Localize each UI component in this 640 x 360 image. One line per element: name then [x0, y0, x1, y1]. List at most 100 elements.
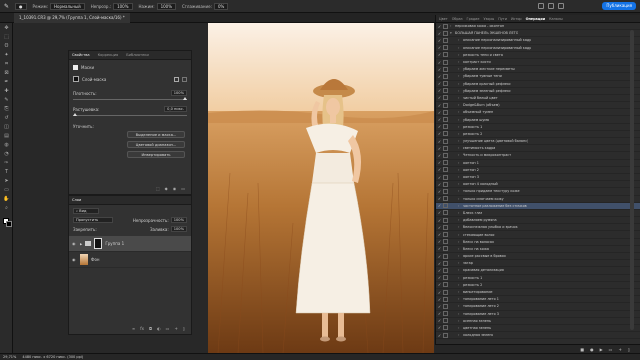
new-action-icon[interactable]: + [618, 347, 621, 352]
action-item[interactable]: ✓ › оонтон 3 [436, 174, 640, 182]
zoom-icon[interactable]: ⌕ [0, 203, 13, 212]
dialog-toggle[interactable] [443, 260, 448, 266]
healing-icon[interactable]: ✚ [0, 86, 13, 95]
history-brush-icon[interactable]: ↺ [0, 113, 13, 122]
check-icon[interactable]: ✓ [436, 95, 443, 100]
check-icon[interactable]: ✓ [436, 318, 443, 323]
dialog-toggle[interactable] [443, 52, 448, 58]
apply-mask-icon[interactable]: ◆ [165, 186, 168, 191]
check-icon[interactable]: ✓ [436, 290, 443, 295]
check-icon[interactable]: ✓ [436, 167, 443, 172]
pixel-mask-icon[interactable] [174, 76, 179, 82]
feather-slider-knob[interactable] [73, 113, 77, 116]
density-slider-knob[interactable] [183, 97, 187, 100]
check-icon[interactable]: ✓ [436, 160, 443, 165]
action-item[interactable]: ✓ › красивая детализация [436, 267, 640, 275]
action-item[interactable]: ✓ › убираем зеленый рефлекс [436, 88, 640, 95]
action-item[interactable]: ✓ › осенная зелень [436, 318, 640, 325]
check-icon[interactable]: ✓ [436, 239, 443, 244]
action-item[interactable]: ✓ › белоснежная улыбка и зрачок [436, 224, 640, 232]
action-item[interactable]: ✓ › оонтон 2 [436, 167, 640, 174]
dialog-toggle[interactable] [443, 66, 448, 72]
dialog-toggle[interactable] [443, 145, 448, 151]
action-item[interactable]: ✓ › резкость 1 [436, 275, 640, 282]
check-icon[interactable]: ✓ [436, 282, 443, 287]
type-icon[interactable]: T [0, 167, 13, 176]
check-icon[interactable]: ✓ [436, 225, 443, 230]
path-select-icon[interactable]: ➤ [0, 176, 13, 185]
check-icon[interactable]: ✓ [436, 74, 443, 79]
action-item[interactable]: ✓ › оонтон 4 холодный [436, 181, 640, 189]
check-icon[interactable]: ✓ [436, 103, 443, 108]
tab-1[interactable]: Цвет [439, 17, 448, 21]
vector-mask-icon[interactable] [182, 76, 187, 82]
tab-libraries[interactable]: Библиотеки [126, 53, 149, 57]
trash-icon[interactable]: ▯ [183, 326, 185, 331]
check-icon[interactable]: ✓ [436, 38, 443, 43]
action-item[interactable]: ✓ › только смягчаем кожу [436, 196, 640, 203]
action-item[interactable]: ✓ › оонтон 1 [436, 160, 640, 167]
eraser-icon[interactable]: ◫ [0, 122, 13, 131]
action-item[interactable]: ✓ › добавляем румяна [436, 217, 640, 225]
action-item[interactable]: ✓ › стекающие волос [436, 231, 640, 239]
dialog-toggle[interactable] [443, 138, 448, 144]
stop-icon[interactable]: ■ [580, 347, 584, 352]
check-icon[interactable]: ✓ [436, 246, 443, 251]
add-mask-icon[interactable]: ◘ [149, 326, 152, 331]
check-icon[interactable]: ✓ [436, 24, 443, 29]
check-icon[interactable]: ✓ [436, 304, 443, 309]
dialog-toggle[interactable] [443, 282, 448, 288]
action-item[interactable]: ✓ › частотное разложение без стичков [436, 202, 640, 210]
shape-icon[interactable]: ▭ [0, 185, 13, 194]
check-icon[interactable]: ✓ [436, 254, 443, 259]
check-icon[interactable]: ✓ [436, 88, 443, 93]
blur-icon[interactable]: ◍ [0, 140, 13, 149]
invert-button[interactable]: Инвертировать [127, 151, 185, 158]
action-item[interactable]: ✓ › резкость 2 [436, 282, 640, 289]
select-and-mask-button[interactable]: Выделение и маска... [127, 131, 185, 138]
action-item[interactable]: ✓ › светимость кадра [436, 145, 640, 153]
action-item[interactable]: ✓ › Блеск глаз [436, 210, 640, 218]
dialog-toggle[interactable] [443, 232, 448, 238]
dialog-toggle[interactable] [443, 102, 448, 108]
dialog-toggle[interactable] [443, 95, 448, 101]
check-icon[interactable]: ✓ [436, 60, 443, 65]
hand-icon[interactable]: ✋ [0, 194, 13, 203]
adjustment-icon[interactable]: ◐ [157, 326, 161, 331]
marquee-icon[interactable]: ⬚ [0, 32, 13, 41]
action-item[interactable]: ✓ › цветная зелень [436, 325, 640, 333]
dialog-toggle[interactable] [443, 196, 448, 202]
layer-row[interactable]: ◉ Фон [69, 252, 191, 268]
dialog-toggle[interactable] [443, 217, 448, 223]
load-selection-icon[interactable]: ⬚ [156, 186, 160, 191]
action-item[interactable]: ✓ › яркие рассвые в бровях [436, 253, 640, 261]
dialog-toggle[interactable] [443, 73, 448, 79]
color-swatches[interactable] [2, 218, 12, 228]
tab-7[interactable]: Операции [526, 17, 546, 21]
check-icon[interactable]: ✓ [436, 110, 443, 115]
eyedropper-icon[interactable]: ✒ [0, 77, 13, 86]
publish-button[interactable]: Публикация [602, 2, 636, 10]
frame-icon[interactable]: ⊠ [0, 68, 13, 77]
action-item[interactable]: ✓ › резкость 2 [436, 131, 640, 138]
action-item[interactable]: ✓ › убираем тувные тени [436, 73, 640, 81]
actions-scrollbar[interactable] [630, 30, 634, 330]
mode-select[interactable]: Нормальный [49, 2, 85, 10]
check-icon[interactable]: ✓ [436, 203, 443, 208]
layer-opacity-input[interactable]: 100% [170, 217, 187, 223]
tab-4[interactable]: Узоры [483, 17, 494, 21]
action-item[interactable]: ✓ › резкость тени и света [436, 52, 640, 59]
dialog-toggle[interactable] [443, 332, 448, 338]
action-item[interactable]: ✓ › загар [436, 260, 640, 268]
dialog-toggle[interactable] [443, 167, 448, 173]
dialog-toggle[interactable] [443, 37, 448, 43]
action-item[interactable]: ✓ › виньетирование [436, 289, 640, 297]
record-icon[interactable]: ● [590, 347, 594, 352]
dialog-toggle[interactable] [443, 30, 448, 36]
dialog-toggle[interactable] [443, 289, 448, 295]
tab-2[interactable]: Образ [452, 17, 463, 21]
dialog-toggle[interactable] [443, 239, 448, 245]
move-icon[interactable]: ✥ [0, 23, 13, 32]
check-icon[interactable]: ✓ [436, 325, 443, 330]
dialog-toggle[interactable] [443, 203, 448, 209]
